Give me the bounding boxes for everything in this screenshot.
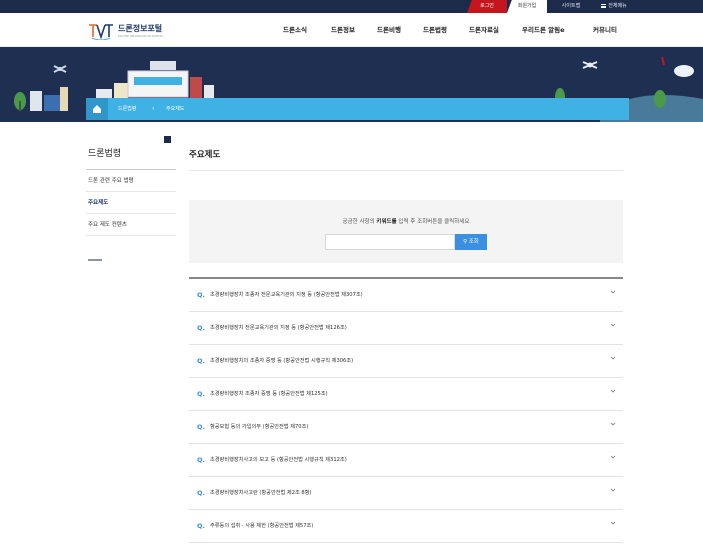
chevron-down-icon[interactable] xyxy=(609,387,617,395)
chevron-down-icon[interactable] xyxy=(609,453,617,461)
home-button[interactable] xyxy=(86,98,108,120)
logo-mark-icon xyxy=(89,24,113,40)
gnb-item-drone-archive[interactable]: 드론자료실 xyxy=(469,13,522,47)
faq-question: 초경량비행장치 전문교육기관의 지정 등 (항공안전법 제126조) xyxy=(210,325,347,331)
search-input[interactable] xyxy=(325,234,455,250)
top-utility-bar: 로그인 회원가입 사이트맵 전체메뉴 xyxy=(0,0,703,13)
gnb-item-drone-info[interactable]: 드론정보 xyxy=(331,13,377,47)
gnb-item-drone-flight[interactable]: 드론비행 xyxy=(377,13,423,47)
faq-item[interactable]: Q. 항공보험 등의 가입의무 (항공안전법 제70조) xyxy=(189,411,623,444)
breadcrumb: 드론법령 › 주요제도 xyxy=(86,98,629,120)
faq-q-marker: Q. xyxy=(197,390,205,398)
site-logo[interactable]: 드론정보포털 DRONE INFORMATION PORTAL xyxy=(88,21,163,41)
logo-title: 드론정보포털 xyxy=(118,23,163,33)
faq-question: 초경량비행장치사고란 (항공안전법 제2조 8항) xyxy=(210,490,312,496)
join-link[interactable]: 회원가입 xyxy=(507,0,547,13)
search-panel: 궁금한 사항의 키워드를 입력 후 조회버튼을 클릭하세요 ⚲ 조회 xyxy=(189,200,623,263)
sidebar-marker xyxy=(164,136,171,143)
search-button[interactable]: ⚲ 조회 xyxy=(455,234,487,250)
faq-item[interactable]: Q. 초경량비행장치사고의 보고 등 (항공안전법 시행규칙 제312조) xyxy=(189,444,623,477)
home-icon xyxy=(93,105,101,113)
faq-question: 항공보험 등의 가입의무 (항공안전법 제70조) xyxy=(210,424,309,430)
title-divider xyxy=(189,170,623,171)
faq-question: 주류등의 섭취 · 사용 제한 (항공안전법 제57조) xyxy=(210,523,314,529)
faq-q-marker: Q. xyxy=(197,324,205,332)
breadcrumb-separator-icon: › xyxy=(152,105,155,112)
all-menu-label: 전체메뉴 xyxy=(608,3,627,9)
faq-question: 초경량비행장치 조종자 증명 등 (항공안전법 제125조) xyxy=(210,391,328,397)
chevron-down-icon[interactable] xyxy=(609,420,617,428)
site-header: 드론정보포털 DRONE INFORMATION PORTAL 드론소식 드론정… xyxy=(0,13,703,47)
sidebar-item-system-contents[interactable]: 주요 제도 컨텐츠 xyxy=(86,214,176,236)
gnb-item-drone-news[interactable]: 드론소식 xyxy=(283,13,331,47)
chevron-down-icon[interactable] xyxy=(609,486,617,494)
sidebar-item-major-systems[interactable]: 주요제도 xyxy=(86,192,176,214)
faq-q-marker: Q. xyxy=(197,489,205,497)
login-link[interactable]: 로그인 xyxy=(467,0,507,13)
chevron-down-icon[interactable] xyxy=(609,519,617,527)
hamburger-icon xyxy=(601,3,607,8)
sidebar-title: 드론법령 xyxy=(88,149,122,159)
gnb-item-drone-alert[interactable]: 우리드론 알림e xyxy=(522,13,593,47)
breadcrumb-item-law[interactable]: 드론법령 xyxy=(118,98,136,120)
breadcrumb-item-current: 주요제도 xyxy=(166,106,185,112)
search-guide-text: 궁금한 사항의 키워드를 입력 후 조회버튼을 클릭하세요 xyxy=(342,219,470,225)
chevron-down-icon[interactable] xyxy=(609,354,617,362)
faq-question: 초경량비행장치의 조종자 증명 등 (항공안전법 시행규칙 제306조) xyxy=(210,358,354,364)
global-nav: 드론소식 드론정보 드론비행 드론법령 드론자료실 우리드론 알림e 커뮤니티 xyxy=(283,13,633,47)
all-menu-button[interactable]: 전체메뉴 xyxy=(589,0,639,13)
faq-q-marker: Q. xyxy=(197,522,205,530)
faq-item[interactable]: Q. 초경량비행장치사고란 (항공안전법 제2조 8항) xyxy=(189,477,623,510)
faq-item[interactable]: Q. 초경량비행장치 전문교육기관의 지정 등 (항공안전법 제126조) xyxy=(189,312,623,345)
gnb-item-community[interactable]: 커뮤니티 xyxy=(593,13,633,47)
faq-item[interactable]: Q. 초경량비행장치의 조종자 증명 등 (항공안전법 시행규칙 제306조) xyxy=(189,345,623,378)
faq-q-marker: Q. xyxy=(197,423,205,431)
logo-subtitle: DRONE INFORMATION PORTAL xyxy=(118,33,164,38)
faq-q-marker: Q. xyxy=(197,456,205,464)
sitemap-link[interactable]: 사이트맵 xyxy=(553,0,589,13)
sidebar-dash xyxy=(88,259,102,261)
faq-question: 초경량비행장치사고의 보고 등 (항공안전법 시행규칙 제312조) xyxy=(210,457,347,463)
page-title: 주요제도 xyxy=(189,150,221,160)
faq-q-marker: Q. xyxy=(197,357,205,365)
faq-q-marker: Q. xyxy=(197,291,205,299)
faq-question: 초경량비행장치 조종자 전문교육기관의 지정 등 (항공안전법 제307조) xyxy=(210,292,363,298)
search-icon: ⚲ xyxy=(463,239,468,245)
sidebar-item-major-laws[interactable]: 드론 관련 주요 법령 xyxy=(86,170,176,192)
faq-item[interactable]: Q. 초경량비행장치 조종자 증명 등 (항공안전법 제125조) xyxy=(189,378,623,411)
faq-item[interactable]: Q. 초경량비행장치 조종자 전문교육기관의 지정 등 (항공안전법 제307조) xyxy=(189,279,623,312)
gnb-item-drone-law[interactable]: 드론법령 xyxy=(423,13,469,47)
chevron-down-icon[interactable] xyxy=(609,321,617,329)
chevron-down-icon[interactable] xyxy=(609,288,617,296)
faq-item[interactable]: Q. 주류등의 섭취 · 사용 제한 (항공안전법 제57조) xyxy=(189,510,623,543)
